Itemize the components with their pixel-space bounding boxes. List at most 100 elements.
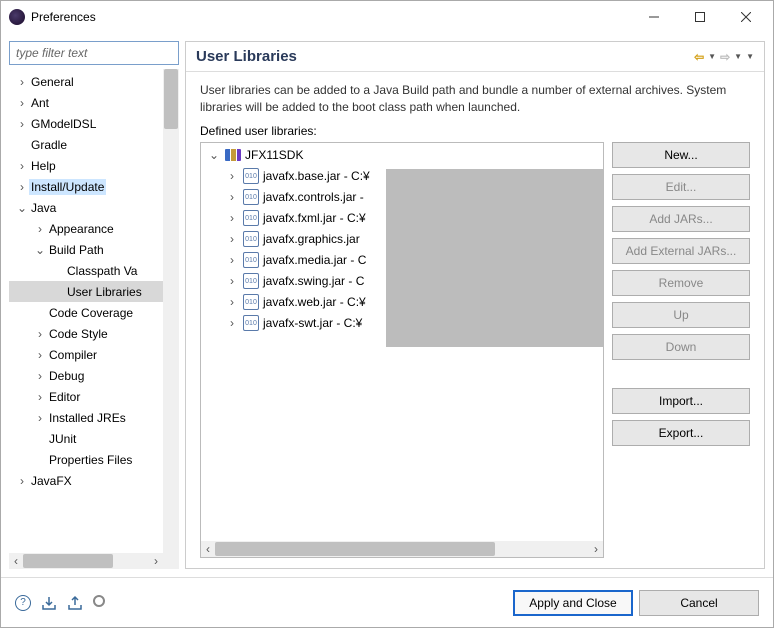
- tree-item-label: Installed JREs: [47, 410, 128, 426]
- lib-hscrollbar[interactable]: ‹›: [201, 541, 603, 557]
- remove-button[interactable]: Remove: [612, 270, 750, 296]
- tree-item[interactable]: ⌄Java: [9, 197, 179, 218]
- twisty-icon: ›: [225, 316, 239, 330]
- minimize-button[interactable]: [631, 2, 677, 32]
- back-icon[interactable]: ⇦: [694, 50, 704, 64]
- add-jars-button[interactable]: Add JARs...: [612, 206, 750, 232]
- tree-hscrollbar[interactable]: ‹›: [9, 553, 163, 569]
- forward-dropdown-icon[interactable]: ▼: [734, 52, 742, 61]
- tree-item-label: Ant: [29, 95, 51, 111]
- tree-item[interactable]: ›GModelDSL: [9, 113, 179, 134]
- import-button[interactable]: Import...: [612, 388, 750, 414]
- jar-label: javafx.controls.jar -: [263, 190, 364, 204]
- library-name: JFX11SDK: [245, 148, 303, 162]
- tree-item[interactable]: ›Appearance: [9, 218, 179, 239]
- twisty-icon: ›: [225, 190, 239, 204]
- twisty-icon: ⌄: [207, 148, 221, 162]
- twisty-icon: ›: [15, 117, 29, 131]
- library-root[interactable]: ⌄ JFX11SDK: [201, 145, 603, 166]
- jar-icon: 010: [243, 210, 259, 226]
- tree-item-label: Properties Files: [47, 452, 134, 468]
- apply-and-close-button[interactable]: Apply and Close: [513, 590, 633, 616]
- main-panel: User Libraries ⇦ ▼ ⇨ ▼ ▼ User libraries ca…: [185, 41, 765, 569]
- tree-item[interactable]: ›Code Style: [9, 323, 179, 344]
- tree-item-label: Java: [29, 200, 58, 216]
- page-description: User libraries can be added to a Java Bu…: [200, 82, 750, 116]
- eclipse-icon: [9, 9, 25, 25]
- tree-item-label: User Libraries: [65, 284, 144, 300]
- help-icon[interactable]: ?: [15, 595, 31, 611]
- twisty-icon: ›: [33, 369, 47, 383]
- twisty-icon: ›: [225, 232, 239, 246]
- export-button[interactable]: Export...: [612, 420, 750, 446]
- add-external-jars-button[interactable]: Add External JARs...: [612, 238, 750, 264]
- export-prefs-icon[interactable]: [67, 595, 83, 611]
- tree-item[interactable]: Code Coverage: [9, 302, 179, 323]
- edit-button[interactable]: Edit...: [612, 174, 750, 200]
- nav-arrows: ⇦ ▼ ⇨ ▼ ▼: [694, 50, 754, 64]
- twisty-icon: ›: [15, 474, 29, 488]
- tree-item[interactable]: ›Install/Update: [9, 176, 179, 197]
- tree-item[interactable]: User Libraries: [9, 281, 179, 302]
- tree-item-label: Code Coverage: [47, 305, 135, 321]
- jar-icon: 010: [243, 294, 259, 310]
- tree-item[interactable]: Classpath Va: [9, 260, 179, 281]
- back-dropdown-icon[interactable]: ▼: [708, 52, 716, 61]
- libraries-tree[interactable]: ⌄JFX11SDK›010javafx.base.jar - C:¥›010ja…: [200, 142, 604, 558]
- cancel-button[interactable]: Cancel: [639, 590, 759, 616]
- jar-label: javafx.media.jar - C: [263, 253, 366, 267]
- tree-item-label: General: [29, 74, 76, 90]
- window-title: Preferences: [31, 10, 631, 24]
- tree-vscrollbar[interactable]: [163, 69, 179, 553]
- twisty-icon: ›: [15, 96, 29, 110]
- twisty-icon: ›: [15, 180, 29, 194]
- button-column: New... Edit... Add JARs... Add External …: [612, 142, 750, 558]
- jar-label: javafx.web.jar - C:¥: [263, 295, 366, 309]
- tree-item[interactable]: ›General: [9, 71, 179, 92]
- tree-item-label: Classpath Va: [65, 263, 139, 279]
- tree-item[interactable]: ›JavaFX: [9, 470, 179, 491]
- tree-item-label: Help: [29, 158, 58, 174]
- tree-item[interactable]: ›Installed JREs: [9, 407, 179, 428]
- filter-input[interactable]: type filter text: [9, 41, 179, 65]
- import-prefs-icon[interactable]: [41, 595, 57, 611]
- tree-item-label: Code Style: [47, 326, 110, 342]
- tree-item-label: Editor: [47, 389, 82, 405]
- tree-item[interactable]: ›Debug: [9, 365, 179, 386]
- twisty-icon: ›: [225, 253, 239, 267]
- jar-icon: 010: [243, 273, 259, 289]
- tree-item[interactable]: Gradle: [9, 134, 179, 155]
- tree-item[interactable]: ›Help: [9, 155, 179, 176]
- new-button[interactable]: New...: [612, 142, 750, 168]
- tree-item[interactable]: Properties Files: [9, 449, 179, 470]
- tree-item-label: Build Path: [47, 242, 106, 258]
- defined-libraries-label: Defined user libraries:: [200, 124, 750, 138]
- twisty-icon: ›: [33, 348, 47, 362]
- down-button[interactable]: Down: [612, 334, 750, 360]
- tree-item[interactable]: JUnit: [9, 428, 179, 449]
- up-button[interactable]: Up: [612, 302, 750, 328]
- jar-icon: 010: [243, 252, 259, 268]
- twisty-icon: ›: [225, 295, 239, 309]
- preferences-tree[interactable]: ›General›Ant›GModelDSLGradle›Help›Instal…: [9, 69, 179, 569]
- titlebar: Preferences: [1, 1, 773, 33]
- tree-item-label: JUnit: [47, 431, 78, 447]
- twisty-icon: ⌄: [15, 201, 29, 215]
- gray-overlay: [386, 169, 604, 347]
- page-title: User Libraries: [196, 48, 694, 65]
- oomph-icon[interactable]: [93, 595, 105, 607]
- tree-item[interactable]: ›Editor: [9, 386, 179, 407]
- forward-icon[interactable]: ⇨: [720, 50, 730, 64]
- tree-item[interactable]: ⌄Build Path: [9, 239, 179, 260]
- jar-icon: 010: [243, 231, 259, 247]
- close-button[interactable]: [723, 2, 769, 32]
- maximize-button[interactable]: [677, 2, 723, 32]
- twisty-icon: ›: [33, 411, 47, 425]
- menu-dropdown-icon[interactable]: ▼: [746, 52, 754, 61]
- tree-item-label: Gradle: [29, 137, 69, 153]
- tree-item[interactable]: ›Ant: [9, 92, 179, 113]
- tree-item[interactable]: ›Compiler: [9, 344, 179, 365]
- tree-item-label: GModelDSL: [29, 116, 98, 132]
- jar-label: javafx-swt.jar - C:¥: [263, 316, 362, 330]
- twisty-icon: ›: [15, 159, 29, 173]
